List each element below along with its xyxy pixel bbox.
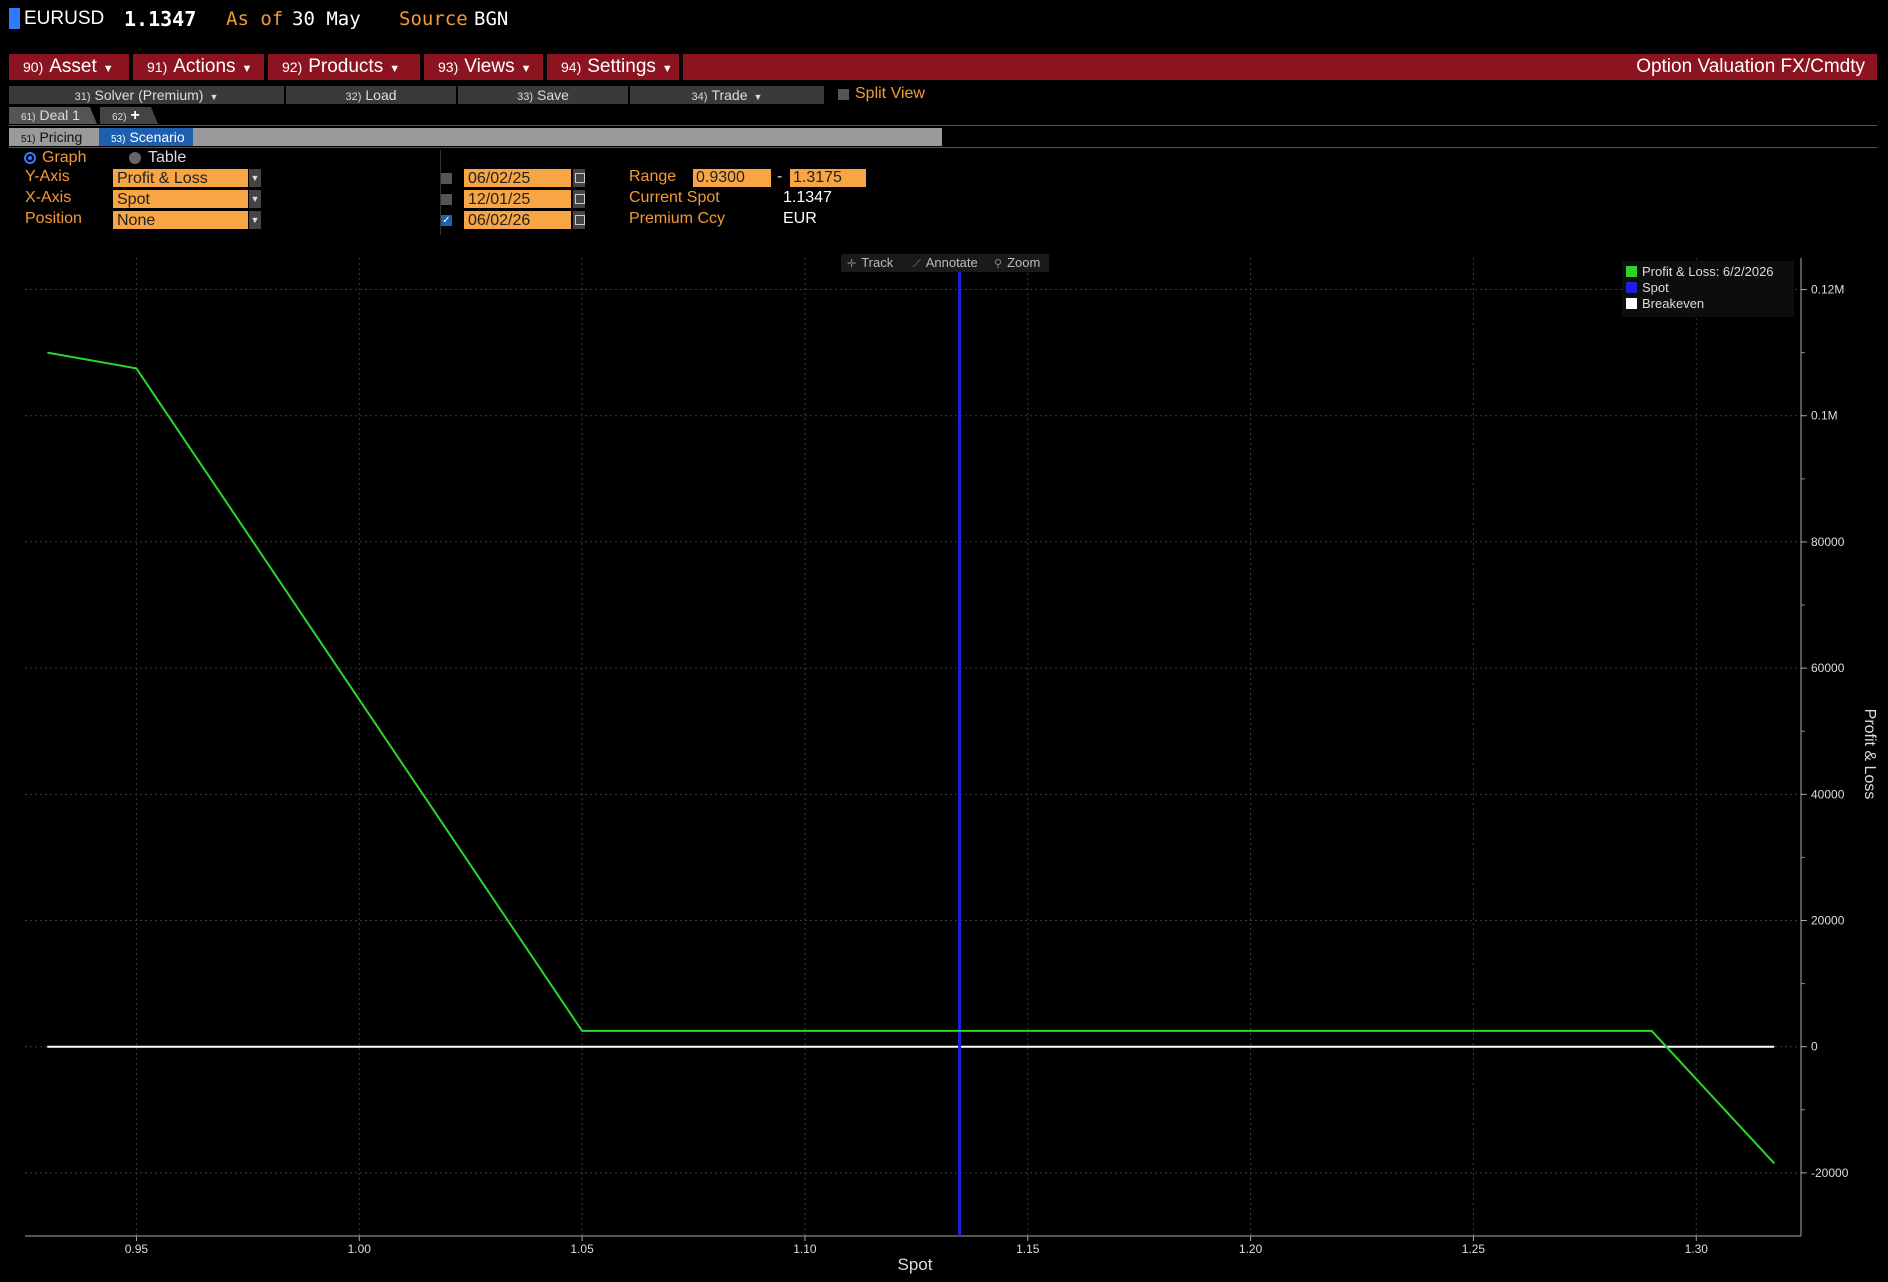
x-tick-label: 1.00 bbox=[348, 1242, 372, 1256]
x-axis-title: Spot bbox=[897, 1255, 933, 1274]
track-label: Track bbox=[861, 255, 894, 270]
y-tick-label: 0.12M bbox=[1811, 283, 1844, 297]
pnl-chart[interactable]: 0.95 1.00 1.05 1.10 1.15 1.20 1.25 1.30 -20000 0 2… bbox=[0, 0, 1888, 1282]
x-tick-label: 1.25 bbox=[1462, 1242, 1486, 1256]
y-tick-label: 0.1M bbox=[1811, 409, 1838, 423]
y-tick-label: 80000 bbox=[1811, 535, 1845, 549]
annotate-button[interactable]: ⟋ Annotate bbox=[913, 254, 978, 272]
x-tick-label: 1.05 bbox=[570, 1242, 594, 1256]
zoom-label: Zoom bbox=[1007, 255, 1041, 270]
legend-swatch bbox=[1626, 266, 1637, 277]
chart-series bbox=[47, 258, 1776, 1236]
y-tick-label: 60000 bbox=[1811, 661, 1845, 675]
pnl-line bbox=[47, 351, 1776, 1165]
y-tick-label: 20000 bbox=[1811, 914, 1845, 928]
legend-item-spot[interactable]: Spot bbox=[1626, 280, 1669, 296]
magnifier-icon: ⚲ bbox=[994, 258, 1003, 270]
x-tick-label: 1.30 bbox=[1685, 1242, 1709, 1256]
y-tick-label: 40000 bbox=[1811, 787, 1845, 801]
x-tick-label: 1.15 bbox=[1016, 1242, 1040, 1256]
annotate-label: Annotate bbox=[925, 255, 978, 270]
legend-label: Profit & Loss: 6/2/2026 bbox=[1642, 264, 1774, 279]
y-axis-title: Profit & Loss bbox=[1861, 708, 1878, 800]
crosshair-icon: ✛ bbox=[847, 258, 857, 270]
chart-grid bbox=[25, 258, 1801, 1236]
y-tick-label: 0 bbox=[1811, 1040, 1818, 1054]
legend-item-breakeven[interactable]: Breakeven bbox=[1626, 296, 1704, 312]
legend-label: Spot bbox=[1642, 280, 1669, 295]
x-tick-label: 0.95 bbox=[125, 1242, 149, 1256]
chart-axes: 0.95 1.00 1.05 1.10 1.15 1.20 1.25 1.30 -20000 0 2… bbox=[25, 258, 1849, 1256]
x-tick-label: 1.20 bbox=[1239, 1242, 1263, 1256]
legend-label: Breakeven bbox=[1642, 296, 1705, 311]
pencil-icon: ⟋ bbox=[913, 258, 921, 270]
x-tick-label: 1.10 bbox=[793, 1242, 817, 1256]
legend-swatch bbox=[1626, 282, 1637, 293]
y-tick-label: -20000 bbox=[1811, 1166, 1849, 1180]
track-button[interactable]: ✛ Track bbox=[847, 254, 893, 272]
chart-legend: Profit & Loss: 6/2/2026 Spot Breakeven bbox=[1622, 261, 1794, 317]
zoom-button[interactable]: ⚲ Zoom bbox=[994, 254, 1040, 272]
legend-item-pnl[interactable]: Profit & Loss: 6/2/2026 bbox=[1626, 264, 1774, 280]
legend-swatch bbox=[1626, 298, 1637, 309]
